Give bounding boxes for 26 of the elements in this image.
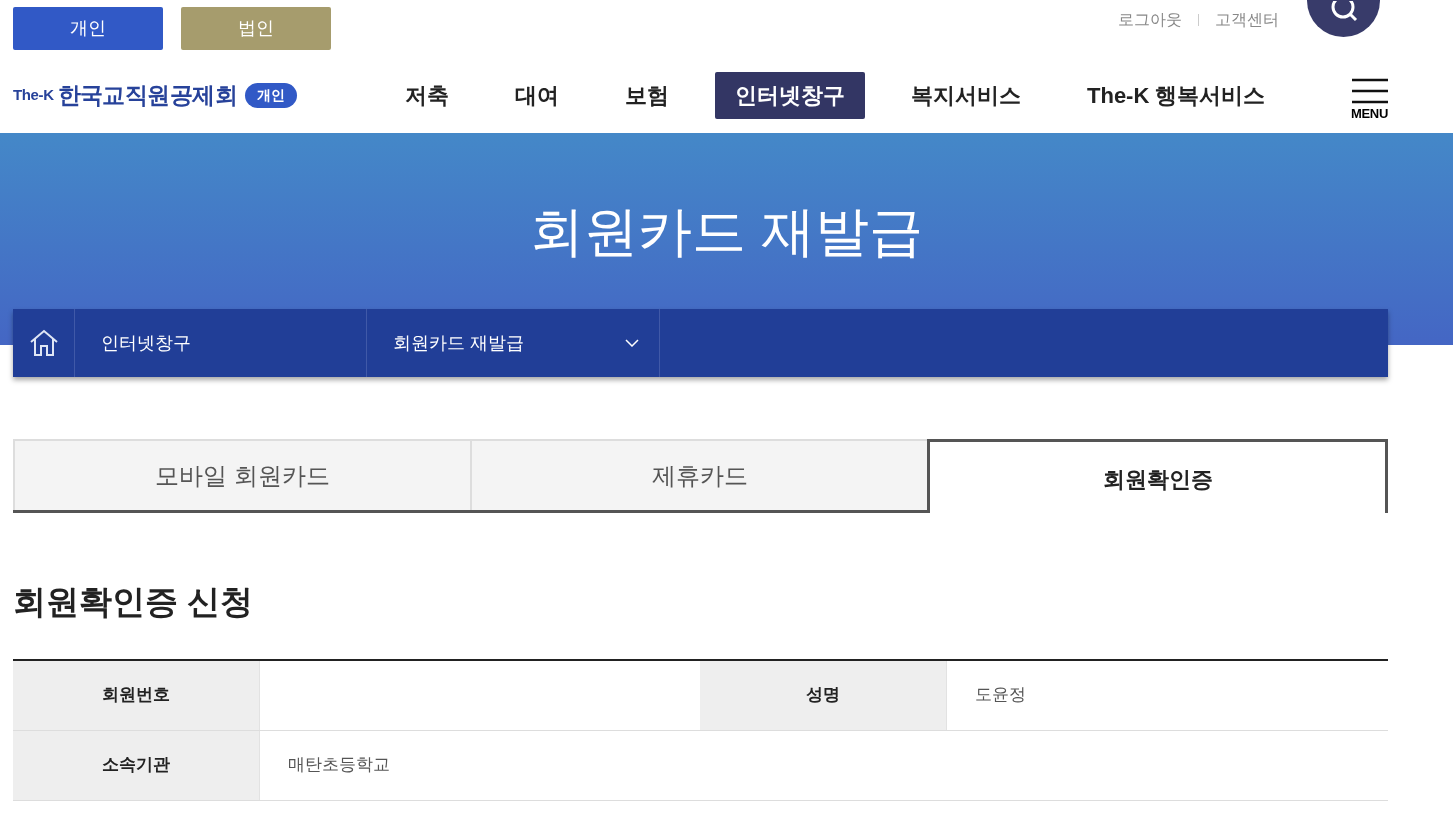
- nav-item[interactable]: 저축: [385, 71, 469, 119]
- customer-center-link[interactable]: 고객센터: [1215, 8, 1279, 32]
- chevron-down-icon: [625, 339, 639, 347]
- nav-item[interactable]: 인터넷창구: [715, 71, 865, 119]
- site-switch-tab[interactable]: 개인: [13, 7, 163, 50]
- nav-item[interactable]: 복지서비스: [891, 71, 1041, 119]
- menu-icon: [1351, 78, 1388, 105]
- home-icon: [28, 329, 59, 357]
- nav-item[interactable]: 대여: [495, 71, 579, 119]
- nav-item[interactable]: The-K 행복서비스: [1067, 71, 1286, 119]
- field-label: 회원번호: [13, 660, 260, 730]
- field-value: 도윤정: [975, 684, 1026, 707]
- logo[interactable]: The-K 한국교직원공제회 개인: [13, 77, 333, 113]
- card-tab[interactable]: 회원확인증: [927, 439, 1388, 513]
- card-tab[interactable]: 모바일 회원카드: [13, 439, 470, 510]
- breadcrumb-item[interactable]: 인터넷창구: [75, 309, 367, 377]
- breadcrumb-dropdown[interactable]: 회원카드 재발급: [367, 309, 660, 377]
- section-title: 회원확인증 신청: [13, 582, 254, 622]
- logout-link[interactable]: 로그아웃: [1118, 8, 1182, 32]
- nav-item[interactable]: 보험: [605, 71, 689, 119]
- card-tab[interactable]: 제휴카드: [470, 439, 927, 510]
- field-value: 매탄초등학교: [288, 754, 390, 777]
- banner-title: 회원카드 재발급: [530, 200, 923, 263]
- field-label: 성명: [700, 660, 947, 730]
- field-label: 소속기관: [13, 730, 260, 800]
- menu-button[interactable]: MENU: [1351, 78, 1388, 124]
